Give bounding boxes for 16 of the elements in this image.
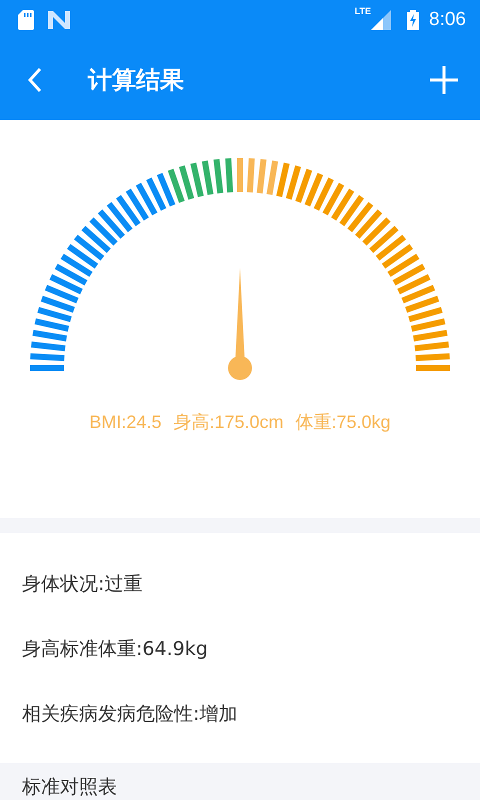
network-type: LTE: [354, 6, 372, 16]
result-text: 相关疾病发病危险性:增加: [22, 702, 238, 726]
result-text: 身体状况:过重: [22, 572, 144, 596]
bmi-reading: 体重:75.0kg: [296, 411, 391, 434]
bmi-reading: 身高:175.0cm: [173, 411, 284, 434]
section-title: 标准对照表: [22, 776, 117, 798]
bmi-reading: BMI:24.5: [89, 411, 162, 434]
clock-time: 8:06: [429, 9, 466, 31]
back-icon[interactable]: [28, 67, 42, 93]
add-icon[interactable]: [430, 66, 458, 94]
n-logo-icon: [48, 11, 70, 29]
signal-icon: [371, 10, 392, 30]
battery-charging-icon: [407, 10, 420, 30]
sd-card-icon: [18, 10, 34, 30]
screen-title: 计算结果: [88, 65, 184, 96]
result-text: 身高标准体重:64.9kg: [22, 636, 209, 662]
